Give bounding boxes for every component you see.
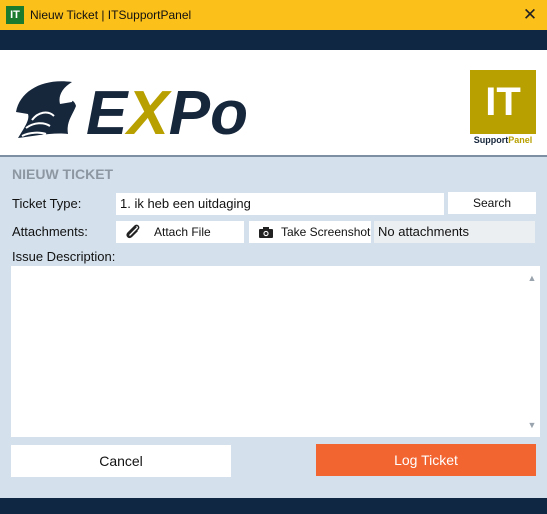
eagle-icon	[16, 81, 76, 138]
camera-icon	[259, 227, 273, 238]
cancel-button[interactable]: Cancel	[11, 445, 231, 477]
header-divider	[0, 155, 547, 157]
take-screenshot-button[interactable]: Take Screenshot	[249, 221, 371, 243]
section-title: NIEUW TICKET	[12, 166, 114, 182]
close-icon[interactable]: ✕	[513, 0, 547, 30]
window-titlebar: IT Nieuw Ticket | ITSupportPanel ✕	[0, 0, 547, 30]
search-button[interactable]: Search	[448, 192, 536, 214]
issue-description-label: Issue Description:	[12, 249, 116, 264]
issue-description-textarea[interactable]: ▲ ▼	[11, 266, 540, 437]
ticket-type-label: Ticket Type:	[12, 196, 82, 211]
it-logo-subtitle: SupportPanel	[473, 135, 533, 145]
chevron-up-icon[interactable]: ▲	[524, 270, 540, 286]
footer-bar	[0, 498, 547, 514]
app-icon: IT	[6, 6, 24, 24]
ticket-type-field[interactable]: 1. ik heb een uitdaging	[116, 193, 444, 215]
log-ticket-button[interactable]: Log Ticket	[316, 444, 536, 476]
description-scrollbar[interactable]: ▲ ▼	[524, 266, 540, 437]
chevron-down-icon[interactable]: ▼	[524, 417, 540, 433]
take-screenshot-label: Take Screenshot	[281, 225, 371, 239]
expo-logo-text: EXPo	[86, 79, 248, 142]
attachments-label: Attachments:	[12, 224, 88, 239]
paperclip-icon	[126, 224, 140, 239]
top-banner-bar	[0, 30, 547, 50]
attachments-status: No attachments	[374, 221, 535, 243]
it-logo-mark: IT	[470, 70, 536, 134]
header-logo-area: EXPo IT SupportPanel	[0, 50, 547, 155]
attach-file-label: Attach File	[154, 225, 211, 239]
itsupportpanel-logo: IT SupportPanel	[470, 70, 536, 146]
window-title: Nieuw Ticket | ITSupportPanel	[30, 8, 192, 22]
ticket-type-value: 1. ik heb een uitdaging	[120, 196, 251, 211]
attach-file-button[interactable]: Attach File	[116, 221, 244, 243]
expo-logo: EXPo	[16, 79, 248, 142]
